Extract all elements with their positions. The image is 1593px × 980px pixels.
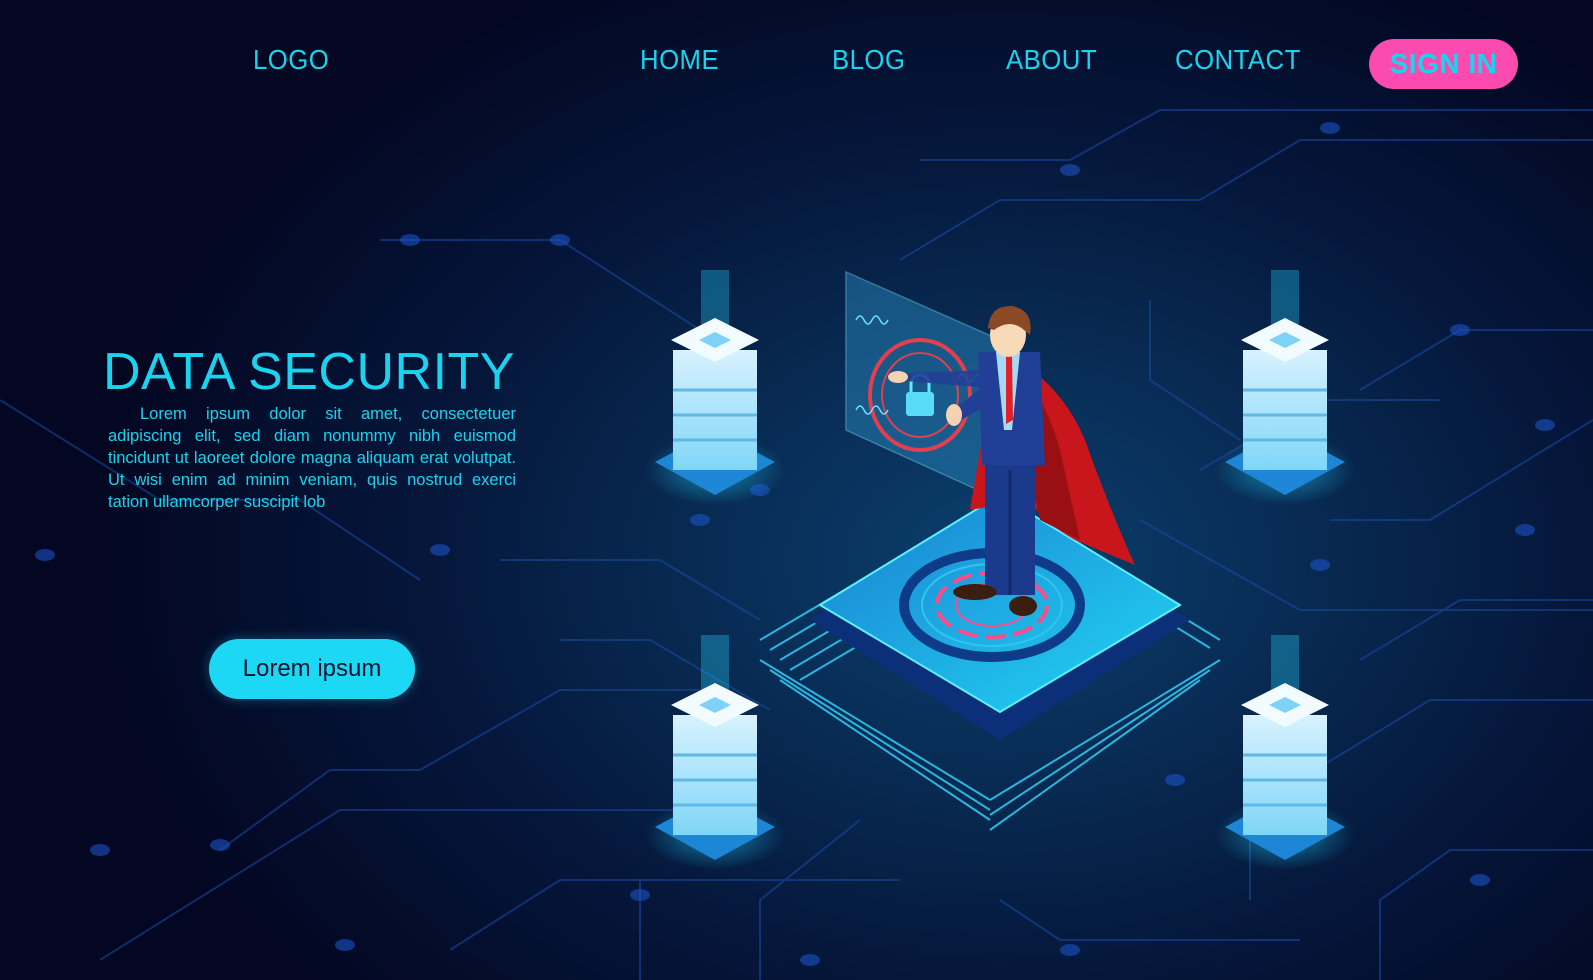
nav-about[interactable]: ABOUT — [1006, 44, 1097, 76]
sign-in-button[interactable]: SIGN IN — [1369, 39, 1518, 89]
logo[interactable]: LOGO — [253, 44, 329, 76]
hero-title: DATA SECURITY — [103, 343, 515, 401]
nav-contact[interactable]: CONTACT — [1175, 44, 1301, 76]
hero-description: Lorem ipsum dolor sit amet, consectetuer… — [108, 405, 516, 511]
nav-home[interactable]: HOME — [640, 44, 719, 76]
nav-blog[interactable]: BLOG — [832, 44, 905, 76]
cta-button[interactable]: Lorem ipsum — [209, 639, 415, 699]
